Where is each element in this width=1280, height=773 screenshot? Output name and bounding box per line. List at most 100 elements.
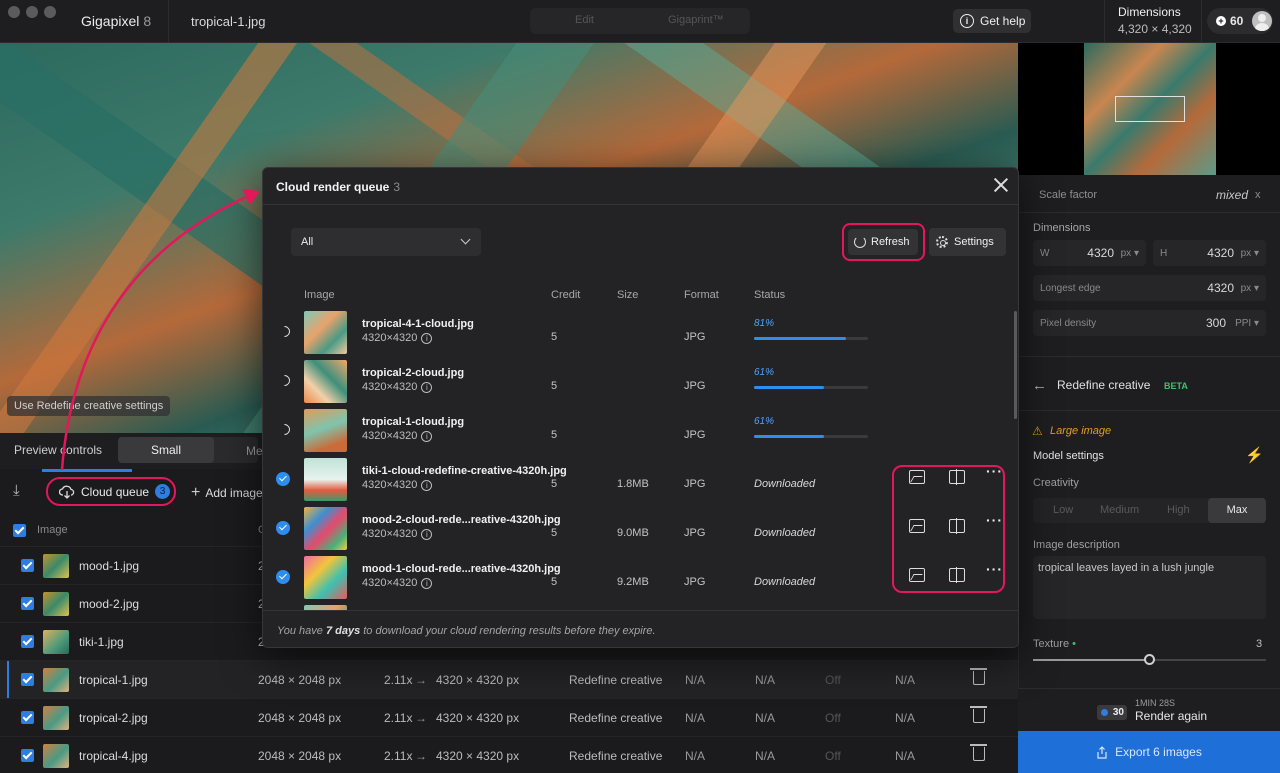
zoom-window-button[interactable] [44, 6, 56, 18]
title-bar: Gigapixel 8 tropical-1.jpg Edit Gigaprint… [0, 0, 1280, 43]
tab-edit[interactable]: Edit [575, 14, 594, 26]
file-name: tropical-1.jpg [191, 14, 266, 29]
texture-slider-fill [1033, 659, 1150, 661]
height-field[interactable]: H 4320 px ▾ [1153, 240, 1266, 266]
settings-button[interactable]: Settings [929, 228, 1006, 256]
row-thumbnail [43, 630, 69, 654]
size-medium-option[interactable]: Me [246, 444, 263, 458]
close-icon[interactable] [994, 178, 1008, 192]
trash-icon[interactable] [970, 744, 987, 761]
more-options-icon[interactable]: ··· [986, 463, 1006, 479]
minimize-window-button[interactable] [26, 6, 38, 18]
compare-icon[interactable] [949, 567, 965, 583]
divider [1018, 410, 1280, 411]
mode-switch[interactable]: Edit Gigaprint™ [530, 8, 750, 34]
check-circle-icon [276, 521, 290, 535]
creativity-low[interactable]: Low [1053, 504, 1073, 516]
creativity-segment[interactable]: Low Medium High Max [1033, 498, 1266, 523]
longest-edge-unit[interactable]: px ▾ [1241, 283, 1259, 294]
info-icon[interactable]: i [421, 381, 433, 393]
export-button[interactable]: Export 6 images [1018, 731, 1280, 773]
chevron-down-icon [460, 234, 471, 245]
add-image-button[interactable]: + Add image [191, 484, 263, 502]
queue-row[interactable]: tiki-1-cloud-redefine-creative-4320h.jpg… [263, 455, 1018, 504]
pixel-density-value: 300 [1205, 316, 1226, 330]
avatar[interactable] [1252, 11, 1273, 31]
show-in-folder-icon[interactable] [909, 568, 925, 582]
credits-pill[interactable]: + 60 [1207, 8, 1273, 34]
get-help-button[interactable]: i Get help [953, 9, 1031, 33]
queue-dimensions: 4320×4320 i [362, 430, 433, 442]
table-row[interactable]: tropical-4.jpg 2048 × 2048 px 2.11x → 4320 ×… [0, 736, 1018, 773]
longest-edge-field[interactable]: Longest edge 4320 px ▾ [1033, 275, 1266, 301]
row-checkbox[interactable] [21, 559, 34, 572]
table-row[interactable]: tropical-1.jpg 2048 × 2048 px 2.11x → 4320 ×… [0, 660, 1018, 699]
info-icon[interactable]: i [421, 577, 433, 589]
height-unit[interactable]: px ▾ [1241, 248, 1259, 259]
preview-hint[interactable]: Use Redefine creative settings [7, 396, 171, 416]
creativity-high[interactable]: High [1167, 504, 1190, 516]
scale-factor-value[interactable]: mixed [1216, 188, 1248, 202]
row-checkbox[interactable] [21, 711, 34, 724]
width-unit[interactable]: px ▾ [1121, 248, 1139, 259]
column-size: Size [617, 289, 639, 301]
width-field[interactable]: W 4320 px ▾ [1033, 240, 1146, 266]
info-icon[interactable]: i [421, 528, 433, 540]
trash-icon[interactable] [970, 668, 987, 685]
add-image-label: Add image [205, 486, 263, 500]
queue-thumbnail [304, 556, 347, 599]
table-row[interactable]: tropical-2.jpg 2048 × 2048 px 2.11x → 4320 ×… [0, 698, 1018, 736]
queue-row[interactable]: mood-1-cloud-rede...reative-4320h.jpg 432… [263, 553, 1018, 602]
row-na-1: N/A [685, 749, 706, 763]
select-all-checkbox[interactable] [13, 524, 26, 537]
more-options-icon[interactable]: ··· [986, 512, 1006, 528]
row-na-2: N/A [755, 711, 776, 725]
queue-row[interactable]: tropical-1-cloud.jpg 4320×4320 i 5 JPG 61% [263, 406, 1018, 455]
info-icon[interactable]: i [421, 332, 433, 344]
image-description-input[interactable]: tropical leaves layed in a lush jungle [1033, 556, 1266, 619]
render-again-button[interactable]: Render again [1135, 709, 1207, 723]
check-circle-icon [276, 570, 290, 584]
cloud-queue-button[interactable]: Cloud queue 3 [46, 477, 176, 506]
queue-size: 1.8MB [617, 478, 649, 490]
back-arrow-icon[interactable]: ← [1032, 377, 1047, 394]
status-filter-dropdown[interactable]: All [291, 228, 481, 256]
tab-gigaprint[interactable]: Gigaprint™ [668, 14, 724, 26]
preview-size-segment[interactable]: Small Me [118, 437, 263, 463]
queue-dimensions: 4320×4320 i [362, 577, 433, 589]
divider [1201, 0, 1202, 43]
pixel-density-unit[interactable]: PPI ▾ [1235, 318, 1259, 329]
row-checkbox[interactable] [21, 749, 34, 762]
refresh-button[interactable]: Refresh [848, 229, 918, 255]
sort-down-icon[interactable]: ⤓ [13, 482, 20, 499]
queue-row[interactable]: tropical-4-1-cloud.jpg 4320×4320 i 5 JPG 81% [263, 308, 1018, 357]
queue-thumbnail [304, 409, 347, 452]
row-checkbox[interactable] [21, 635, 34, 648]
loading-spinner-icon [276, 421, 293, 438]
info-icon[interactable]: i [421, 430, 433, 442]
creativity-medium[interactable]: Medium [1100, 504, 1139, 516]
more-options-icon[interactable]: ··· [986, 561, 1006, 577]
compare-icon[interactable] [949, 469, 965, 485]
queue-row[interactable]: mood-2-cloud-rede...reative-4320h.jpg 432… [263, 504, 1018, 553]
row-checkbox[interactable] [21, 597, 34, 610]
compare-icon[interactable] [949, 518, 965, 534]
trash-icon[interactable] [970, 706, 987, 723]
queue-file-name: tropical-1-cloud.jpg [362, 416, 465, 428]
creativity-max[interactable]: Max [1208, 498, 1266, 523]
pixel-density-field[interactable]: Pixel density 300 PPI ▾ [1033, 310, 1266, 336]
texture-slider-knob[interactable] [1144, 654, 1155, 665]
info-icon[interactable]: i [421, 479, 433, 491]
queue-list[interactable]: tropical-4-1-cloud.jpg 4320×4320 i 5 JPG 81% t… [263, 308, 1018, 610]
row-output-size: 4320 × 4320 px [436, 673, 520, 687]
queue-row[interactable]: tropical-2-cloud.jpg 4320×4320 i 5 JPG 61% [263, 357, 1018, 406]
close-window-button[interactable] [8, 6, 20, 18]
queue-size: 9.2MB [617, 576, 649, 588]
large-image-warning: Large image [1050, 425, 1112, 437]
size-small-option[interactable]: Small [118, 437, 214, 463]
show-in-folder-icon[interactable] [909, 470, 925, 484]
navigator-viewport[interactable] [1115, 96, 1185, 122]
row-checkbox[interactable] [21, 673, 34, 686]
show-in-folder-icon[interactable] [909, 519, 925, 533]
scrollbar[interactable] [1014, 311, 1017, 419]
